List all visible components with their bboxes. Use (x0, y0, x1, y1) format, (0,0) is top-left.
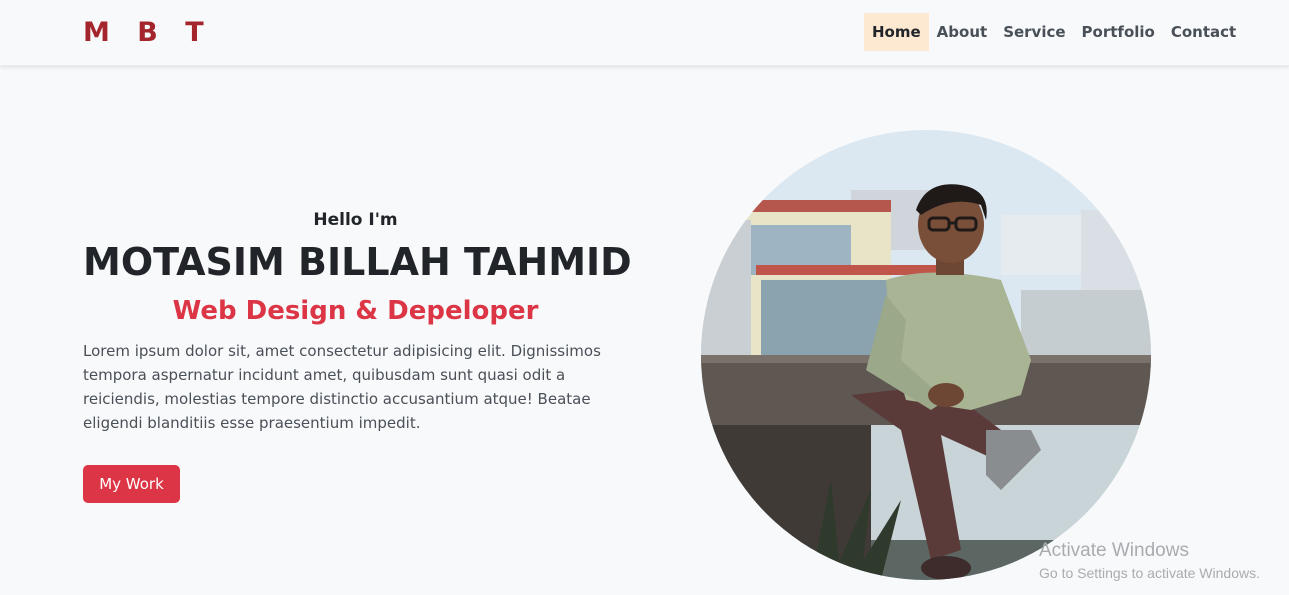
hero-greeting: Hello I'm (313, 210, 398, 230)
nav-link-contact[interactable]: Contact (1163, 13, 1244, 51)
profile-photo-illustration (701, 130, 1151, 580)
windows-activation-watermark: Activate Windows Go to Settings to activ… (1039, 540, 1260, 584)
hero-name: MOTASIM BILLAH TAHMID (83, 240, 632, 284)
hero-description: Lorem ipsum dolor sit, amet consectetur … (83, 342, 601, 432)
watermark-title: Activate Windows (1039, 540, 1189, 561)
profile-photo (701, 130, 1151, 580)
nav-link-about[interactable]: About (929, 13, 996, 51)
my-work-button[interactable]: My Work (83, 465, 180, 503)
nav-link-service[interactable]: Service (995, 13, 1073, 51)
nav-links: Home About Service Portfolio Contact (864, 13, 1244, 51)
navbar: M B T Home About Service Portfolio Conta… (0, 0, 1289, 66)
nav-link-portfolio[interactable]: Portfolio (1074, 13, 1163, 51)
watermark-subtitle: Go to Settings to activate Windows. (1039, 565, 1260, 581)
nav-link-home[interactable]: Home (864, 13, 929, 51)
brand-logo[interactable]: M B T (83, 17, 213, 48)
hero-role: Web Design & Depeloper (172, 296, 539, 326)
